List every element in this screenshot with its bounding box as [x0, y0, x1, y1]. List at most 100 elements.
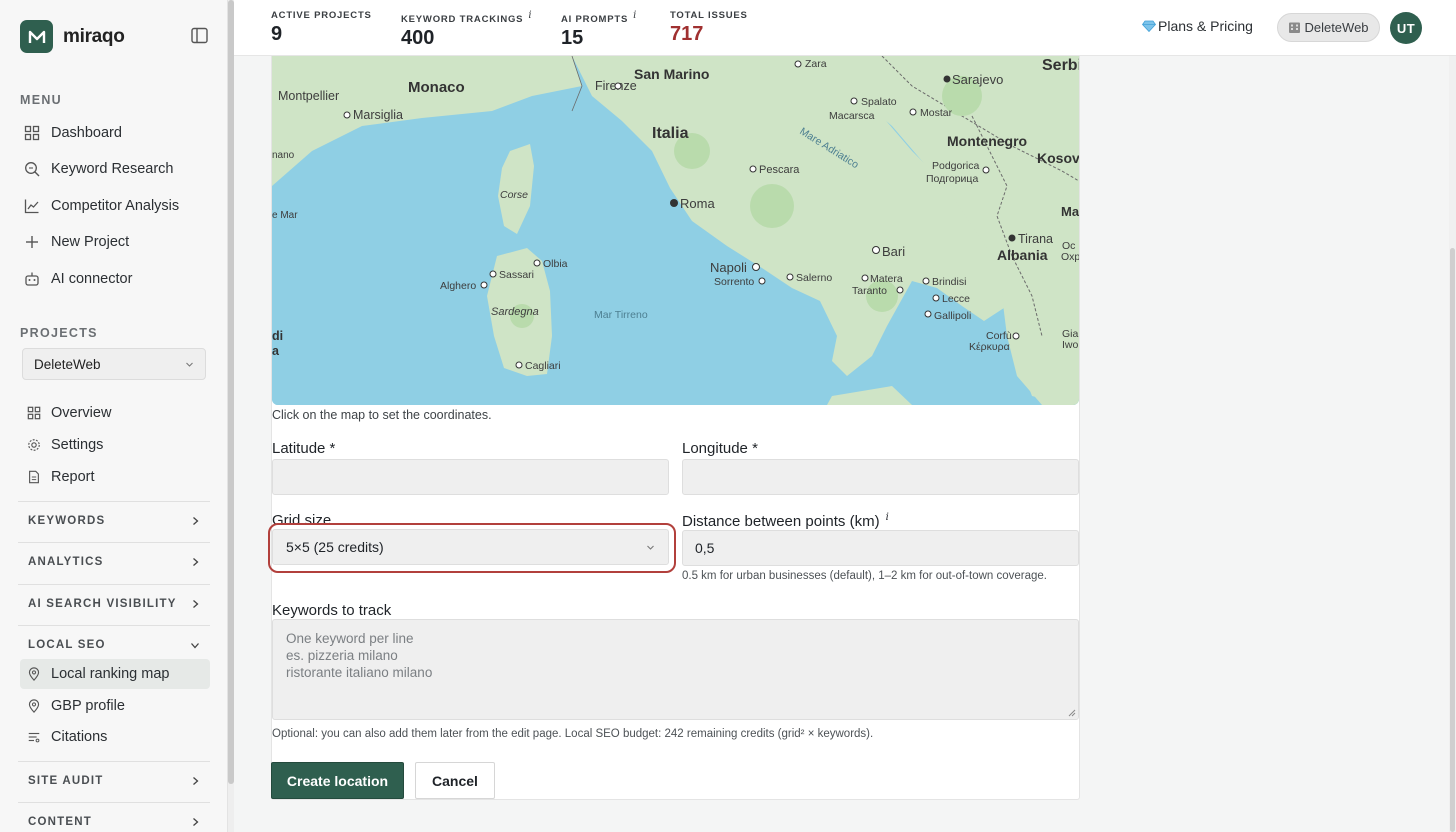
group-site-audit[interactable]: SITE AUDIT: [18, 761, 210, 800]
stat-value: 9: [271, 23, 283, 45]
distance-label: Distance between points (km) i: [682, 512, 889, 530]
sidebar-scrollbar[interactable]: [228, 0, 234, 832]
nav-dashboard[interactable]: Dashboard: [20, 118, 210, 148]
keywords-textarea[interactable]: One keyword per line es. pizzeria milano…: [272, 619, 1079, 720]
map-label-podgorica-cyr: Подгорица: [926, 173, 978, 185]
resize-handle-icon[interactable]: [1067, 708, 1076, 717]
brand[interactable]: miraqo: [20, 20, 125, 53]
distance-hint: 0.5 km for urban businesses (default), 1…: [682, 570, 1047, 582]
map-label-roma: Roma: [680, 196, 715, 211]
stat-ai-prompts: AI PROMPTS i 15: [561, 10, 637, 50]
map-label-sarajevo: Sarajevo: [952, 72, 1003, 87]
map-label-albania: Albania: [997, 247, 1048, 263]
nav-citations[interactable]: Citations: [20, 722, 210, 752]
nav-report-label: Report: [51, 469, 95, 485]
map-label-sassari: Sassari: [499, 269, 534, 281]
map-label-brindisi: Brindisi: [932, 276, 966, 288]
chart-line-icon: [24, 199, 39, 214]
nav-keyword-research[interactable]: Keyword Research: [20, 154, 210, 184]
sidebar-scrollbar-thumb[interactable]: [228, 0, 234, 784]
projects-section-label: PROJECTS: [20, 326, 98, 340]
user-avatar[interactable]: UT: [1390, 12, 1422, 44]
map-label-san-marino: San Marino: [634, 66, 709, 82]
group-analytics-label: ANALYTICS: [28, 556, 104, 568]
map-label-spalato: Spalato: [861, 96, 897, 108]
map-label-serbia: Serbia: [1042, 57, 1079, 74]
nav-competitor-analysis-label: Competitor Analysis: [51, 198, 180, 214]
group-ai-search-visibility[interactable]: AI SEARCH VISIBILITY: [18, 584, 210, 623]
stat-value: 15: [561, 27, 584, 50]
nav-local-ranking-map-label: Local ranking map: [51, 666, 170, 682]
nav-settings[interactable]: Settings: [20, 430, 210, 460]
map-label-montpellier: Montpellier: [278, 89, 339, 103]
keywords-placeholder-line: es. pizzeria milano: [286, 648, 398, 663]
map[interactable]: Monaco Montpellier Marsiglia nano e Mar …: [272, 56, 1079, 405]
group-content-label: CONTENT: [28, 816, 92, 828]
page-scrollbar[interactable]: [1449, 56, 1456, 832]
grid-size-select[interactable]: 5×5 (25 credits): [272, 529, 669, 565]
chevron-right-icon: [193, 558, 199, 566]
chevron-down-icon: [191, 642, 199, 648]
stat-label: TOTAL ISSUES: [670, 10, 748, 21]
sidebar: miraqo MENU Dashboard Keyword Research C…: [0, 0, 228, 832]
list-icon: [28, 732, 40, 743]
map-label-kosov: Kosov: [1037, 150, 1079, 166]
map-label-iwo: Iwo: [1062, 339, 1079, 351]
stat-keyword-trackings: KEYWORD TRACKINGS i 400: [401, 10, 532, 50]
longitude-input[interactable]: [682, 459, 1079, 495]
map-label-mar: e Mar: [272, 210, 298, 221]
nav-gbp-profile[interactable]: GBP profile: [20, 691, 210, 721]
chevron-right-icon: [193, 600, 199, 608]
map-label-napoli: Napoli: [710, 260, 747, 275]
cancel-button[interactable]: Cancel: [415, 762, 495, 799]
diamond-icon: [1142, 20, 1156, 32]
plans-pricing-link[interactable]: Plans & Pricing: [1142, 18, 1253, 34]
map-canvas[interactable]: Monaco Montpellier Marsiglia nano e Mar …: [272, 56, 1079, 405]
map-label-tirana: Tirana: [1018, 232, 1053, 246]
page-scrollbar-thumb[interactable]: [1450, 248, 1455, 832]
document-icon: [29, 470, 39, 484]
latitude-label: Latitude *: [272, 440, 336, 457]
pin-icon: [28, 667, 40, 681]
map-instruction: Click on the map to set the coordinates.: [272, 408, 492, 422]
nav-ai-connector[interactable]: AI connector: [20, 264, 210, 294]
building-icon: [1289, 22, 1301, 33]
nav-local-ranking-map[interactable]: Local ranking map: [20, 659, 210, 689]
group-analytics[interactable]: ANALYTICS: [18, 542, 210, 581]
map-label-corfu-greek: Κέρκυρα: [969, 341, 1010, 353]
create-location-button[interactable]: Create location: [271, 762, 404, 799]
pin-icon: [28, 699, 40, 713]
project-chip[interactable]: DeleteWeb: [1277, 13, 1380, 42]
nav-new-project[interactable]: New Project: [20, 227, 210, 257]
info-icon[interactable]: i: [633, 10, 637, 21]
nav-settings-label: Settings: [51, 437, 104, 453]
nav-competitor-analysis[interactable]: Competitor Analysis: [20, 191, 210, 221]
stat-active-projects: ACTIVE PROJECTS 9: [271, 10, 372, 46]
latitude-input[interactable]: [272, 459, 669, 495]
map-label-marsiglia: Marsiglia: [353, 108, 403, 122]
map-label-nano: nano: [272, 150, 295, 161]
nav-overview-label: Overview: [51, 405, 112, 421]
project-chip-label: DeleteWeb: [1304, 20, 1369, 35]
distance-input[interactable]: 0,5: [682, 530, 1079, 566]
project-select-value: DeleteWeb: [34, 356, 101, 372]
group-keywords-label: KEYWORDS: [28, 515, 106, 527]
nav-gbp-profile-label: GBP profile: [51, 698, 125, 714]
project-select[interactable]: DeleteWeb: [22, 348, 206, 380]
group-keywords[interactable]: KEYWORDS: [18, 501, 210, 540]
distance-info-icon[interactable]: i: [886, 512, 889, 523]
stat-label-text: AI PROMPTS: [561, 14, 629, 26]
map-label-salerno: Salerno: [796, 272, 832, 284]
nav-overview[interactable]: Overview: [20, 398, 210, 428]
group-content[interactable]: CONTENT: [18, 802, 210, 832]
map-label-mostar: Mostar: [920, 107, 953, 119]
nav-report[interactable]: Report: [20, 462, 210, 492]
keywords-label: Keywords to track: [272, 602, 392, 619]
chevron-down-icon: [186, 362, 193, 367]
map-label-podgorica: Podgorica: [932, 160, 979, 172]
plans-pricing-label: Plans & Pricing: [1158, 18, 1253, 34]
sidebar-toggle-icon[interactable]: [191, 27, 208, 44]
map-label-bari: Bari: [882, 244, 905, 259]
info-icon[interactable]: i: [528, 10, 532, 21]
map-label-olbia: Olbia: [543, 258, 568, 270]
